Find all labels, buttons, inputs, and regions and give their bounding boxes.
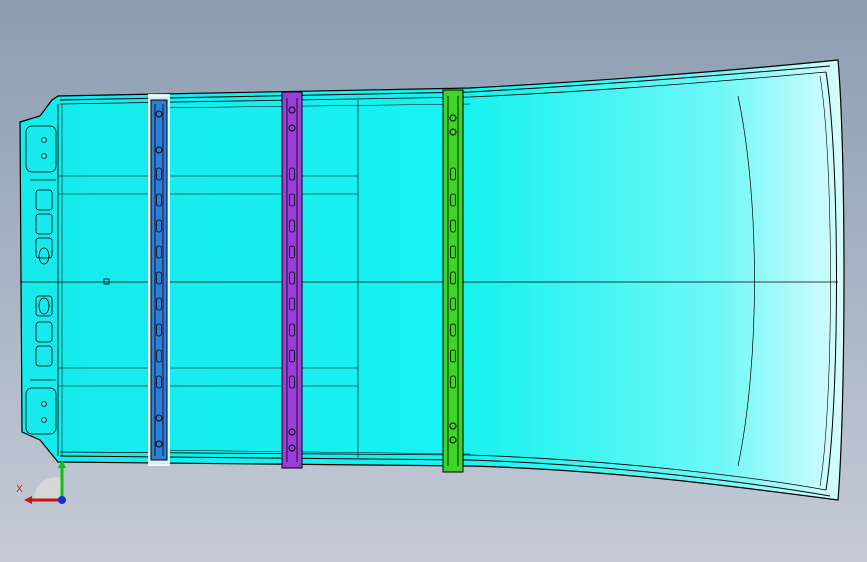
- cad-viewport[interactable]: X: [0, 0, 867, 562]
- crossmember-2[interactable]: [281, 91, 303, 469]
- coordinate-triad-icon: [24, 460, 66, 504]
- x-axis-label: X: [16, 484, 23, 495]
- crossmember-3[interactable]: [442, 89, 464, 473]
- roof-panel-model[interactable]: [0, 0, 867, 562]
- roof-panel-body[interactable]: [19, 59, 845, 501]
- crossmember-1[interactable]: [148, 94, 170, 466]
